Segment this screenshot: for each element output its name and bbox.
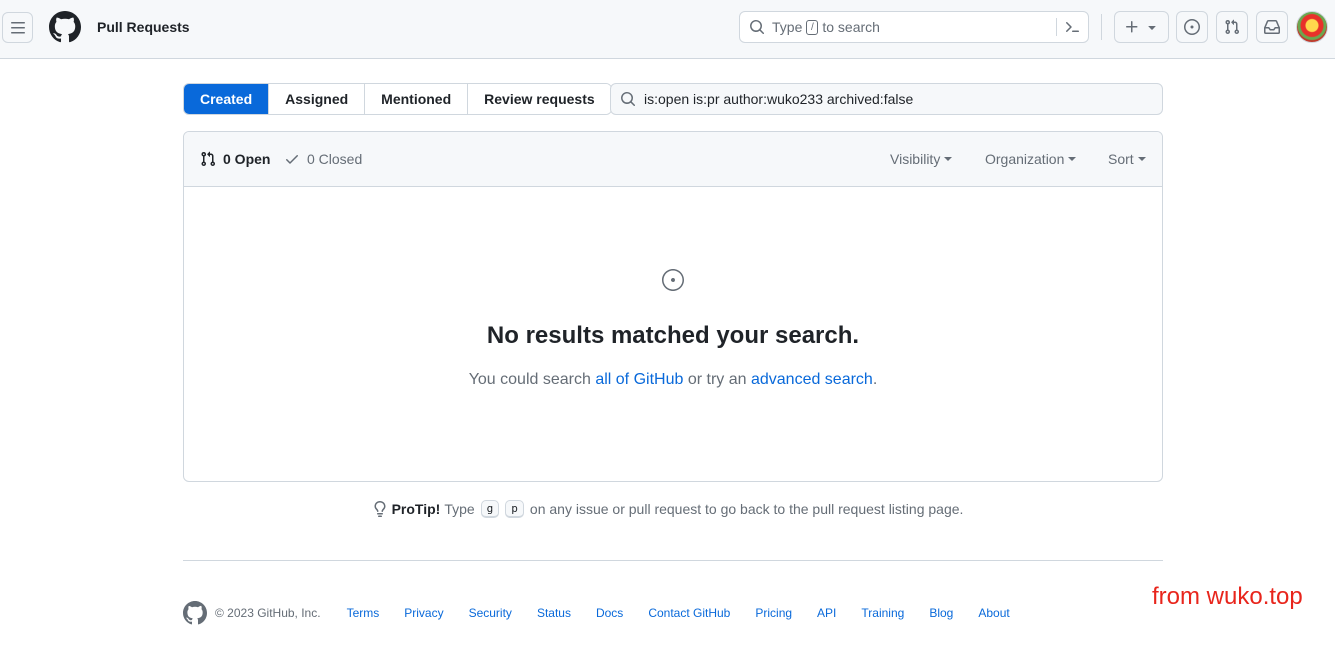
protip-text-2: on any issue or pull request to go back … xyxy=(529,501,964,517)
empty-description: You could search all of GitHub or try an… xyxy=(184,371,1162,389)
sort-dropdown[interactable]: Sort xyxy=(1108,151,1146,167)
footer-link-api[interactable]: API xyxy=(817,606,836,620)
footer-link-security[interactable]: Security xyxy=(469,606,512,620)
search-shortcut-key: / xyxy=(806,19,819,35)
github-logo-icon[interactable] xyxy=(183,601,207,625)
command-palette-icon[interactable] xyxy=(1064,19,1080,35)
open-filter-link[interactable]: 0 Open xyxy=(200,151,270,167)
watermark-text: from wuko.top xyxy=(1152,583,1303,610)
menu-button[interactable] xyxy=(2,12,33,43)
organization-label: Organization xyxy=(985,151,1065,167)
search-icon xyxy=(750,20,765,35)
search-icon xyxy=(621,92,636,107)
footer: © 2023 GitHub, Inc. Terms Privacy Securi… xyxy=(183,601,1035,625)
blankslate: No results matched your search. You coul… xyxy=(184,188,1162,481)
caret-down-icon xyxy=(944,157,953,161)
search-divider xyxy=(1056,18,1057,36)
footer-link-privacy[interactable]: Privacy xyxy=(404,606,443,620)
pull-requests-button[interactable] xyxy=(1216,11,1248,43)
protip: ProTip! Type g p on any issue or pull re… xyxy=(0,500,1335,518)
global-search-input[interactable]: Type / to search xyxy=(739,11,1089,43)
footer-link-training[interactable]: Training xyxy=(861,606,904,620)
caret-down-icon xyxy=(1068,157,1077,161)
header-divider xyxy=(1101,14,1102,40)
git-pull-request-icon xyxy=(1225,19,1240,35)
visibility-dropdown[interactable]: Visibility xyxy=(890,151,953,167)
triangle-down-icon xyxy=(1147,26,1156,30)
footer-link-blog[interactable]: Blog xyxy=(929,606,953,620)
visibility-label: Visibility xyxy=(890,151,941,167)
copyright: © 2023 GitHub, Inc. xyxy=(215,606,321,620)
closed-count: 0 Closed xyxy=(307,151,363,167)
filter-tabs: Created Assigned Mentioned Review reques… xyxy=(183,83,612,115)
empty-text-3: . xyxy=(872,371,878,388)
tab-mentioned[interactable]: Mentioned xyxy=(364,84,468,114)
tab-assigned[interactable]: Assigned xyxy=(268,84,365,114)
footer-link-terms[interactable]: Terms xyxy=(347,606,380,620)
caret-down-icon xyxy=(1137,157,1146,161)
footer-link-status[interactable]: Status xyxy=(537,606,571,620)
protip-text-1: Type xyxy=(444,501,475,517)
github-logo-icon[interactable] xyxy=(49,11,81,43)
hamburger-icon xyxy=(10,21,25,33)
plus-icon xyxy=(1125,21,1137,33)
light-bulb-icon xyxy=(374,501,386,517)
closed-filter-link[interactable]: 0 Closed xyxy=(284,151,362,167)
tab-created[interactable]: Created xyxy=(184,84,269,114)
sort-label: Sort xyxy=(1108,151,1134,167)
footer-link-contact[interactable]: Contact GitHub xyxy=(648,606,730,620)
page-title[interactable]: Pull Requests xyxy=(97,19,190,35)
inbox-icon xyxy=(1264,20,1280,34)
results-header: 0 Open 0 Closed Visibility Organization … xyxy=(184,132,1162,187)
results-box: 0 Open 0 Closed Visibility Organization … xyxy=(183,131,1163,482)
footer-link-pricing[interactable]: Pricing xyxy=(755,606,792,620)
kbd-p: p xyxy=(505,500,524,518)
filter-search-box[interactable] xyxy=(610,83,1163,115)
empty-title: No results matched your search. xyxy=(486,322,860,349)
git-pull-request-icon xyxy=(201,151,216,167)
kbd-g: g xyxy=(480,500,500,518)
footer-link-docs[interactable]: Docs xyxy=(596,606,623,620)
search-placeholder-suffix: to search xyxy=(822,19,880,35)
open-count: 0 Open xyxy=(223,151,271,167)
organization-dropdown[interactable]: Organization xyxy=(985,151,1077,167)
footer-divider xyxy=(183,560,1163,561)
protip-label: ProTip! xyxy=(391,501,441,517)
issues-button[interactable] xyxy=(1176,11,1208,43)
search-placeholder-prefix: Type xyxy=(772,19,803,35)
create-new-button[interactable] xyxy=(1114,11,1169,43)
empty-text-2: or try an xyxy=(687,371,747,388)
tab-review-requests[interactable]: Review requests xyxy=(467,84,611,114)
user-avatar[interactable] xyxy=(1296,11,1328,43)
inbox-button[interactable] xyxy=(1256,11,1288,43)
all-of-github-link[interactable]: all of GitHub xyxy=(595,371,683,388)
footer-link-about[interactable]: About xyxy=(978,606,1009,620)
search-placeholder: Type / to search xyxy=(772,19,880,35)
issue-opened-icon xyxy=(1184,19,1200,35)
global-header: Pull Requests Type / to search xyxy=(0,0,1335,59)
check-icon xyxy=(286,155,298,164)
advanced-search-link[interactable]: advanced search xyxy=(751,371,873,388)
issue-opened-icon xyxy=(662,269,684,291)
filter-query-input[interactable] xyxy=(644,91,1144,107)
empty-text-1: You could search xyxy=(468,371,591,388)
